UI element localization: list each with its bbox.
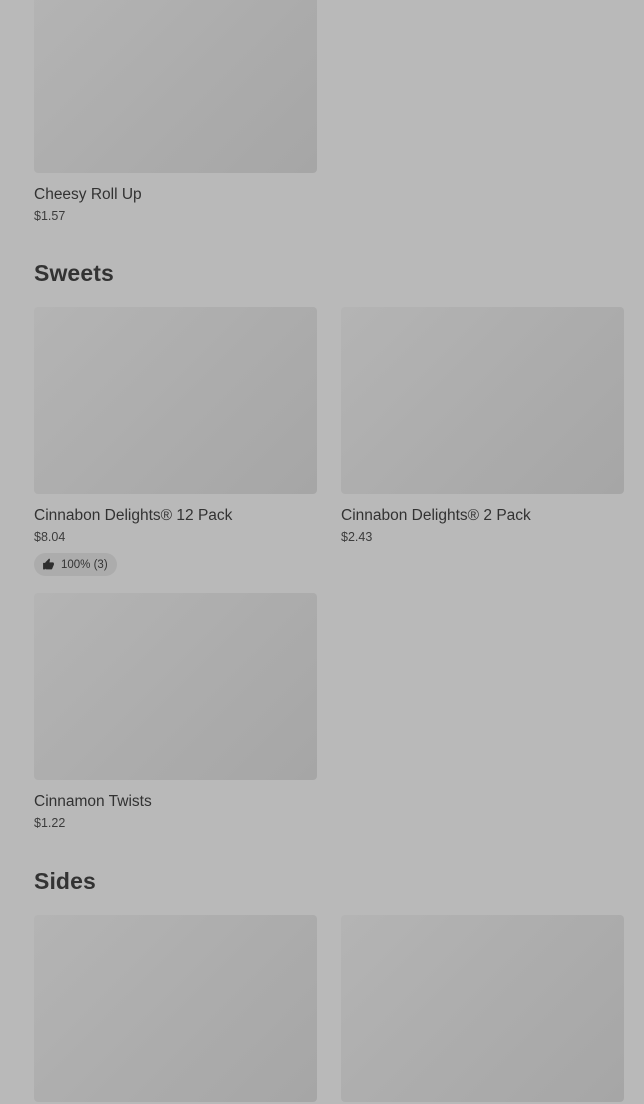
menu-item-price: $8.04 <box>34 530 66 544</box>
menu-item-image[interactable] <box>341 915 624 1102</box>
menu-item-card[interactable]: Cinnamon Twists $1.22 <box>34 593 317 831</box>
menu-item-name: Cheesy Roll Up <box>34 186 142 203</box>
rating-badge: 100% (3) <box>34 553 117 576</box>
menu-item-name: Cinnabon Delights® 2 Pack <box>341 507 531 524</box>
menu-item-card[interactable] <box>341 915 624 1102</box>
menu-item-image[interactable] <box>34 915 317 1102</box>
menu-page: Cheesy Roll Up $1.57 Sweets Cinnabon Del… <box>0 0 644 1104</box>
menu-item-image[interactable] <box>34 593 317 780</box>
menu-item-name: Cinnamon Twists <box>34 793 152 810</box>
menu-item-image[interactable] <box>34 0 317 173</box>
menu-item-price: $1.57 <box>34 209 66 223</box>
menu-item-price: $1.22 <box>34 816 66 830</box>
thumbs-up-icon <box>43 558 54 570</box>
menu-item-card[interactable]: Cheesy Roll Up $1.57 <box>34 0 317 224</box>
menu-item-card[interactable]: Cinnabon Delights® 12 Pack $8.04 100% (3… <box>34 307 317 576</box>
menu-item-price: $2.43 <box>341 530 373 544</box>
section-title-sweets: Sweets <box>34 260 114 286</box>
menu-item-card[interactable]: Cinnabon Delights® 2 Pack $2.43 <box>341 307 624 545</box>
menu-item-name: Cinnabon Delights® 12 Pack <box>34 507 233 524</box>
menu-item-image[interactable] <box>341 307 624 494</box>
menu-item-card[interactable] <box>34 915 317 1102</box>
section-title-sides: Sides <box>34 868 96 894</box>
rating-text: 100% (3) <box>61 558 108 571</box>
menu-item-image[interactable] <box>34 307 317 494</box>
